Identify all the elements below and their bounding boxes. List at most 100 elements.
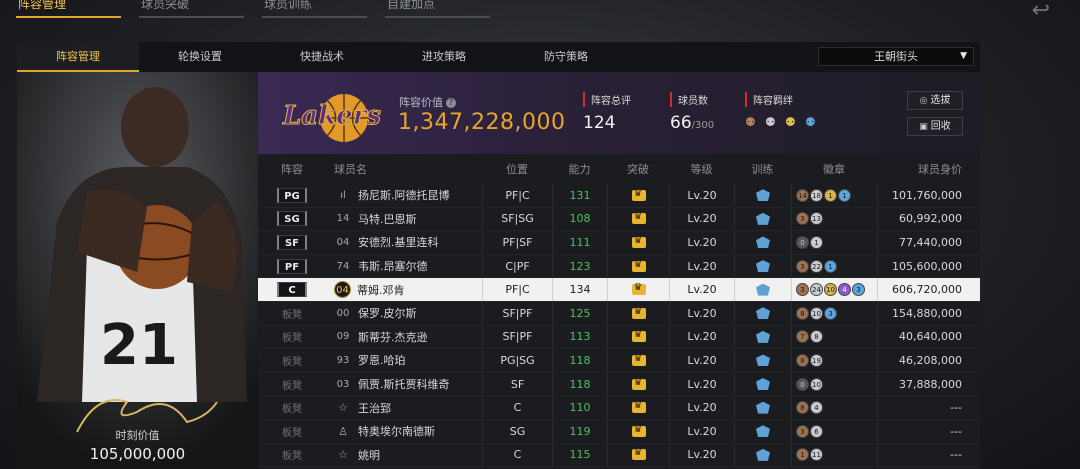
badges-cell[interactable]: 0 10 — [791, 372, 877, 396]
sub-tab-rotation[interactable]: 轮换设置 — [139, 42, 261, 72]
player-card[interactable]: 21 时刻价值 105,000,000 — [17, 72, 258, 469]
training-cell[interactable] — [734, 301, 791, 325]
col-badges[interactable]: 徽章 — [791, 154, 877, 184]
badges-cell[interactable]: 1 11 — [791, 443, 877, 467]
table-row[interactable]: 板凳 03 佩贾.斯托贾科维奇 SF 118 Lv.20 010 37,888,… — [258, 372, 980, 397]
bond-bronze-icon[interactable]: ⚉ — [745, 115, 759, 129]
sub-tab-offense[interactable]: 进攻策略 — [383, 42, 505, 72]
col-ability[interactable]: 能力 — [552, 154, 607, 184]
badge-icon[interactable]: 4 — [810, 401, 823, 415]
player-name-cell[interactable]: ıl 扬尼斯.阿德托昆博 — [326, 184, 482, 207]
crown-icon[interactable] — [631, 188, 646, 201]
table-row[interactable]: PG ıl 扬尼斯.阿德托昆博 PF|C 131 Lv.20 141811 10… — [258, 184, 980, 208]
badge-icon[interactable]: 18 — [810, 188, 823, 202]
badges-cell[interactable]: 8 19 — [791, 349, 877, 372]
bond-icons[interactable]: ⚉ ⚉ ⚉ ⚉ — [745, 115, 819, 129]
bond-blue-icon[interactable]: ⚉ — [805, 115, 819, 129]
badges-cell[interactable]: 01 — [791, 231, 877, 254]
training-icon[interactable] — [756, 307, 770, 320]
lineup-cell[interactable]: 板凳 — [258, 396, 326, 419]
table-row[interactable]: 板凳 ☆ 王治郅 C 110 Lv.20 84 --- — [258, 396, 980, 420]
top-tab-training[interactable]: 球员训练 — [246, 0, 369, 18]
badges-cell[interactable]: 3 24 10 4 3 — [791, 278, 877, 301]
training-icon[interactable] — [756, 448, 770, 461]
lineup-cell[interactable]: PG — [258, 184, 326, 207]
crown-icon[interactable] — [631, 211, 646, 225]
badges-cell[interactable]: 3 22 1 — [791, 254, 877, 278]
player-name-cell[interactable]: 04 安德烈.基里连科 — [326, 231, 482, 254]
player-name-cell[interactable]: 03 佩贾.斯托贾科维奇 — [326, 373, 482, 396]
training-cell[interactable] — [734, 372, 791, 396]
breakthrough-cell[interactable] — [607, 278, 669, 301]
crown-icon[interactable] — [631, 235, 646, 248]
breakthrough-cell[interactable] — [607, 349, 669, 372]
top-tab-custom-points[interactable]: 自建加点 — [369, 0, 492, 18]
crown-icon[interactable] — [631, 259, 646, 272]
breakthrough-cell[interactable] — [607, 254, 669, 278]
badge-icon[interactable]: 10 — [810, 377, 823, 391]
crown-icon[interactable] — [631, 353, 646, 366]
player-name-cell[interactable]: 09 斯蒂芬.杰克逊 — [326, 326, 482, 349]
lineup-cell[interactable]: 板凳 — [258, 349, 326, 372]
col-level[interactable]: 等级 — [669, 154, 734, 184]
bond-silver-icon[interactable]: ⚉ — [765, 115, 779, 129]
crown-icon[interactable] — [631, 306, 646, 319]
training-cell[interactable] — [734, 231, 791, 254]
crown-icon[interactable] — [631, 329, 646, 343]
select-button[interactable]: ◎ 选拔 — [907, 91, 963, 110]
lineup-cell[interactable]: SG — [258, 208, 326, 231]
training-cell[interactable] — [734, 325, 791, 349]
lineup-cell[interactable]: 板凳 — [258, 373, 326, 396]
training-cell[interactable] — [734, 278, 791, 301]
sub-tab-defense[interactable]: 防守策略 — [505, 42, 627, 72]
badge-icon[interactable]: 0 — [796, 235, 809, 249]
breakthrough-cell[interactable] — [607, 231, 669, 254]
lineup-cell[interactable]: PF — [258, 255, 326, 278]
training-cell[interactable] — [734, 254, 791, 278]
col-breakthrough[interactable]: 突破 — [607, 154, 669, 184]
col-salary[interactable]: 球员身价 — [877, 154, 980, 184]
badge-icon[interactable]: 1 — [796, 448, 809, 462]
training-cell[interactable] — [734, 419, 791, 443]
badges-cell[interactable]: 36 — [791, 419, 877, 443]
training-icon[interactable] — [756, 212, 770, 225]
badge-icon[interactable]: 1 — [824, 259, 837, 273]
badge-icon[interactable]: 19 — [810, 353, 823, 367]
col-name[interactable]: 球员名 — [326, 154, 482, 184]
badge-icon[interactable]: 8 — [810, 330, 823, 344]
breakthrough-cell[interactable] — [607, 184, 669, 207]
recycle-button[interactable]: ▣ 回收 — [907, 117, 963, 136]
badge-icon[interactable]: 3 — [796, 424, 809, 438]
table-row[interactable]: 板凳 00 保罗.皮尔斯 SF|PF 125 Lv.20 8103 154,88… — [258, 301, 980, 326]
badge-icon[interactable]: 7 — [796, 330, 809, 344]
badges-cell[interactable]: 78 — [791, 325, 877, 349]
badge-icon[interactable]: 1 — [824, 188, 837, 202]
badge-icon[interactable]: 1 — [810, 235, 823, 249]
badges-cell[interactable]: 3 13 — [791, 207, 877, 231]
badge-icon[interactable]: 13 — [810, 212, 823, 226]
bond-gold-icon[interactable]: ⚉ — [785, 115, 799, 129]
training-icon[interactable] — [756, 260, 770, 273]
help-icon[interactable]: ? — [446, 98, 456, 108]
badge-icon[interactable]: 14 — [796, 188, 809, 202]
lineup-cell[interactable]: 板凳 — [258, 326, 326, 349]
player-name-cell[interactable]: 04 蒂姆.邓肯 — [326, 278, 482, 301]
training-cell[interactable] — [734, 184, 791, 207]
breakthrough-cell[interactable] — [607, 443, 669, 467]
lineup-cell[interactable]: 板凳 — [258, 420, 326, 443]
badge-icon[interactable]: 3 — [796, 283, 809, 297]
badge-icon[interactable]: 3 — [796, 259, 809, 273]
training-icon[interactable] — [756, 283, 770, 296]
badge-icon[interactable]: 8 — [796, 401, 809, 415]
badge-icon[interactable]: 22 — [810, 259, 823, 273]
breakthrough-cell[interactable] — [607, 301, 669, 325]
lineup-cell[interactable]: 板凳 — [258, 444, 326, 467]
breakthrough-cell[interactable] — [607, 419, 669, 443]
breakthrough-cell[interactable] — [607, 207, 669, 231]
badge-icon[interactable]: 24 — [810, 283, 823, 297]
badge-icon[interactable]: 3 — [824, 306, 837, 320]
badge-icon[interactable]: 0 — [796, 377, 809, 391]
badge-icon[interactable]: 4 — [838, 283, 851, 297]
training-cell[interactable] — [734, 443, 791, 467]
col-position[interactable]: 位置 — [482, 154, 552, 184]
